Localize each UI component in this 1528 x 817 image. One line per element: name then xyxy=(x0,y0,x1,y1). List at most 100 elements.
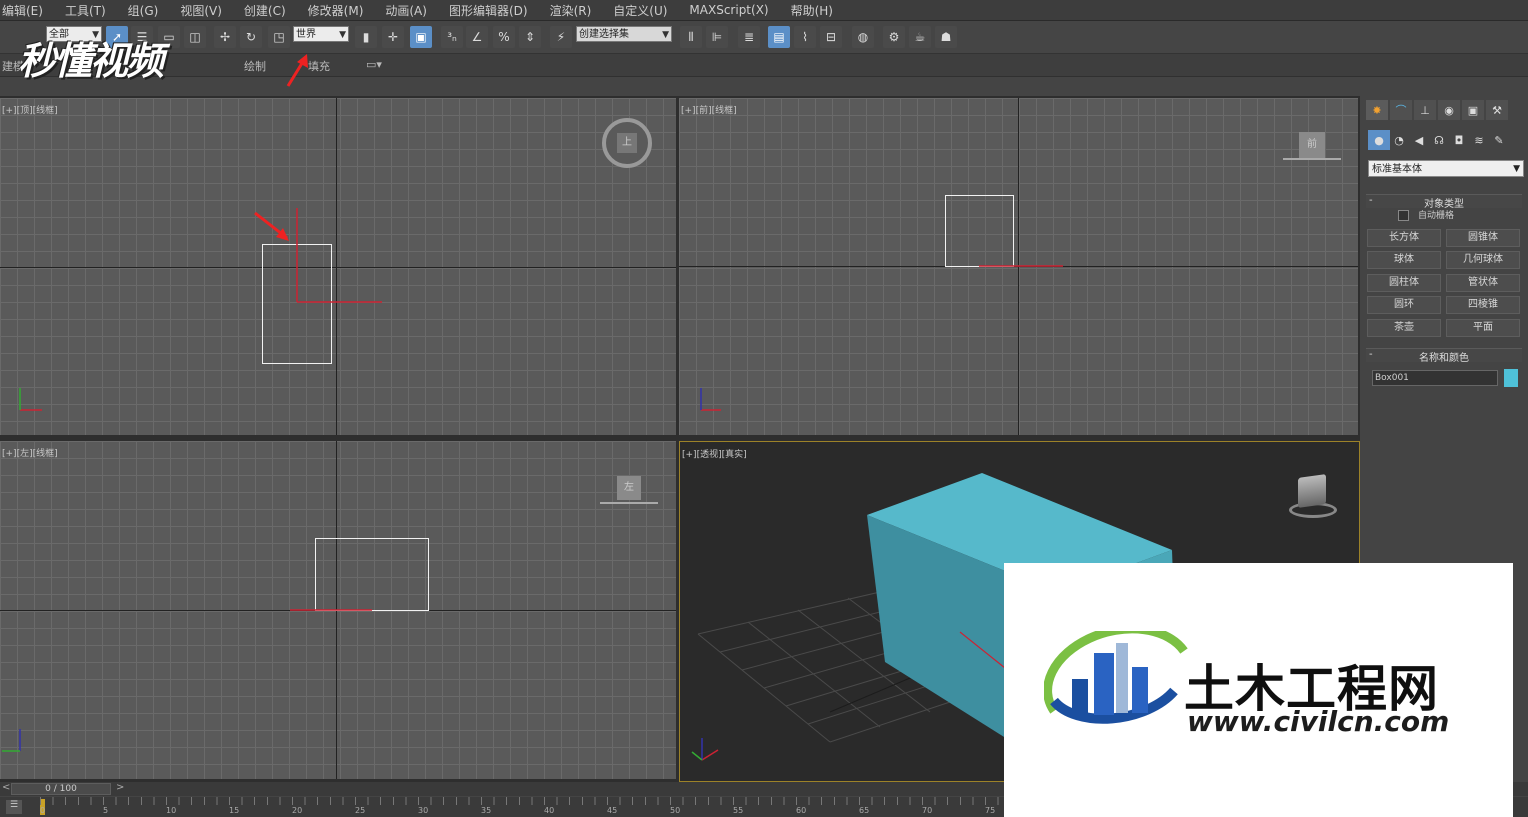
reference-coord-dropdown[interactable]: 世界 ▼ xyxy=(293,26,349,42)
video-watermark: 秒懂视频 xyxy=(18,39,164,83)
viewport-top[interactable]: [+][顶][线框] 上 xyxy=(0,98,676,435)
lights-category-button[interactable]: ◀ xyxy=(1408,130,1430,150)
menu-edit[interactable]: 编辑(E) xyxy=(0,2,54,19)
pivot-icon: ▮ xyxy=(362,30,370,44)
helpers-category-button[interactable]: ◘ xyxy=(1448,130,1470,150)
menu-tools[interactable]: 工具(T) xyxy=(54,2,117,19)
menu-group[interactable]: 组(G) xyxy=(117,2,170,19)
shapes-category-button[interactable]: ◔ xyxy=(1388,130,1410,150)
systems-category-button[interactable]: ✎ xyxy=(1488,130,1510,150)
percent-snap-button[interactable]: % xyxy=(493,26,515,48)
menu-help[interactable]: 帮助(H) xyxy=(780,2,844,19)
menu-graph-editors[interactable]: 图形编辑器(D) xyxy=(438,2,539,19)
object-type-rollout-header[interactable]: - 对象类型 xyxy=(1366,194,1522,210)
snaps-toggle-button[interactable]: ³ₙ xyxy=(441,26,463,48)
percent-snap-icon: % xyxy=(498,30,510,44)
viewcube-left[interactable]: 左 xyxy=(617,476,641,500)
time-slider-thumb[interactable]: 0 / 100 xyxy=(11,783,111,795)
tab-create[interactable]: ✸ xyxy=(1366,100,1388,120)
menu-animation[interactable]: 动画(A) xyxy=(374,2,438,19)
keyboard-shortcut-override-button[interactable]: ▣ xyxy=(410,26,432,48)
select-rotate-button[interactable]: ↻ xyxy=(240,26,262,48)
name-color-rollout-header[interactable]: - 名称和颜色 xyxy=(1366,348,1522,364)
viewport-left[interactable]: [+][左][线框] 左 xyxy=(0,441,676,779)
pyramid-button[interactable]: 四棱锥 xyxy=(1446,296,1520,314)
geometry-type-value: 标准基本体 xyxy=(1372,164,1422,175)
select-scale-button[interactable]: ◳ xyxy=(268,26,290,48)
object-color-swatch[interactable] xyxy=(1504,369,1518,387)
rendered-frame-window-button[interactable]: ☕ xyxy=(909,26,931,48)
material-editor-button[interactable]: ◍ xyxy=(852,26,874,48)
snap-3d-icon: ³ₙ xyxy=(447,30,457,44)
tube-button[interactable]: 管状体 xyxy=(1446,274,1520,292)
menu-customize[interactable]: 自定义(U) xyxy=(602,2,678,19)
cylinder-button[interactable]: 圆柱体 xyxy=(1367,274,1441,292)
plane-button[interactable]: 平面 xyxy=(1446,319,1520,337)
curve-editor-button[interactable]: ⌇ xyxy=(794,26,816,48)
scene-explorer-button[interactable]: ▤ xyxy=(768,26,790,48)
ribbon-paint-tab[interactable]: 绘制 xyxy=(244,58,266,74)
site-logo-panel: 土木工程网 www.civilcn.com xyxy=(1004,563,1513,817)
tick-label: 50 xyxy=(670,806,681,815)
named-selection-value: 创建选择集 xyxy=(579,29,629,40)
reference-coord-value: 世界 xyxy=(296,29,316,40)
render-setup-button[interactable]: ⚙ xyxy=(883,26,905,48)
schematic-view-button[interactable]: ⊟ xyxy=(820,26,842,48)
gizmo-top xyxy=(19,208,382,411)
move-icon: ✢ xyxy=(219,30,231,44)
viewport-front[interactable]: [+][前][线框] 前 xyxy=(679,98,1358,435)
spacewarps-category-button[interactable]: ≋ xyxy=(1468,130,1490,150)
cameras-category-button[interactable]: ☊ xyxy=(1428,130,1450,150)
gizmo-left xyxy=(2,609,372,752)
menu-create[interactable]: 创建(C) xyxy=(233,2,297,19)
edit-named-selection-button[interactable]: ⚡ xyxy=(550,26,572,48)
cone-button[interactable]: 圆锥体 xyxy=(1446,229,1520,247)
object-name-field[interactable]: Box001 xyxy=(1372,370,1498,386)
torus-button[interactable]: 圆环 xyxy=(1367,296,1441,314)
tab-modify[interactable]: ⌒ xyxy=(1390,100,1412,120)
ribbon-options-icon[interactable]: ▭▾ xyxy=(366,58,382,71)
sphere-button[interactable]: 球体 xyxy=(1367,251,1441,269)
geometry-type-dropdown[interactable]: 标准基本体 ▼ xyxy=(1368,160,1524,177)
autogrid-checkbox[interactable] xyxy=(1398,210,1409,221)
next-frame-icon[interactable]: > xyxy=(116,782,124,793)
manipulate-icon: ✛ xyxy=(387,30,399,44)
menu-modifiers[interactable]: 修改器(M) xyxy=(297,2,375,19)
box-button[interactable]: 长方体 xyxy=(1367,229,1441,247)
viewcube-perspective[interactable] xyxy=(1284,472,1342,520)
viewcube-top[interactable]: 上 xyxy=(602,118,652,168)
spacewarp-icon: ≋ xyxy=(1474,133,1484,147)
mini-curve-editor-icon[interactable]: ☰ xyxy=(6,800,22,814)
geosphere-button[interactable]: 几何球体 xyxy=(1446,251,1520,269)
menu-views[interactable]: 视图(V) xyxy=(169,2,233,19)
align-button[interactable]: ⊫ xyxy=(706,26,728,48)
menu-maxscript[interactable]: MAXScript(X) xyxy=(678,3,779,17)
pivot-point-button[interactable]: ▮ xyxy=(355,26,377,48)
tab-utilities[interactable]: ⚒ xyxy=(1486,100,1508,120)
select-move-button[interactable]: ✢ xyxy=(214,26,236,48)
geometry-category-button[interactable]: ● xyxy=(1368,130,1390,150)
frame-ticks xyxy=(40,797,1020,805)
viewcube-front[interactable]: 前 xyxy=(1299,132,1325,158)
tick-label: 15 xyxy=(229,806,240,815)
named-selection-dropdown[interactable]: 创建选择集 ▼ xyxy=(576,26,672,42)
window-crossing-button[interactable]: ◫ xyxy=(184,26,206,48)
render-production-button[interactable]: ☗ xyxy=(935,26,957,48)
tab-display[interactable]: ▣ xyxy=(1462,100,1484,120)
chevron-down-icon: ▼ xyxy=(1513,164,1520,174)
motion-tab-icon: ◉ xyxy=(1444,103,1454,117)
menu-rendering[interactable]: 渲染(R) xyxy=(539,2,603,19)
logo-url-text: www.civilcn.com xyxy=(1187,705,1450,738)
prev-frame-icon[interactable]: < xyxy=(2,782,10,793)
mirror-button[interactable]: ⫴ xyxy=(680,26,702,48)
viewcube-face-label: 左 xyxy=(624,482,634,493)
layer-manager-button[interactable]: ≣ xyxy=(738,26,760,48)
teapot-button[interactable]: 茶壶 xyxy=(1367,319,1441,337)
autogrid-label: 自动栅格 xyxy=(1418,211,1455,221)
hierarchy-tab-icon: ⊥ xyxy=(1420,103,1430,117)
angle-snap-button[interactable]: ∠ xyxy=(466,26,488,48)
tab-hierarchy[interactable]: ⊥ xyxy=(1414,100,1436,120)
select-manipulate-button[interactable]: ✛ xyxy=(382,26,404,48)
spinner-snap-button[interactable]: ⇕ xyxy=(519,26,541,48)
tab-motion[interactable]: ◉ xyxy=(1438,100,1460,120)
